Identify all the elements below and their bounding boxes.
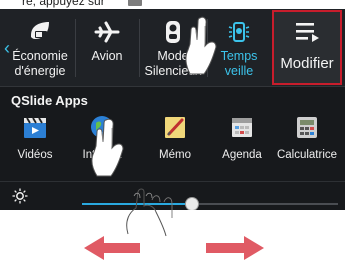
below-panel-area (0, 210, 345, 264)
calculator-icon (297, 117, 317, 138)
silent-mode-icon (142, 19, 204, 45)
toggle-label-timeout: Temps veille (220, 49, 258, 78)
toggle-airplane[interactable]: Avion (78, 9, 136, 86)
toggle-label-airplane: Avion (91, 49, 123, 63)
quick-settings-bar: ‹ Économie d'énergie Avion Mode Silencie… (0, 9, 345, 87)
toggle-label-silent: Mode Silencieux (144, 49, 202, 78)
airplane-icon (78, 19, 136, 45)
brightness-slider-handle[interactable] (186, 198, 199, 210)
top-instruction-text: ré, appuyez sur (22, 0, 105, 8)
battery-saver-icon (8, 19, 72, 45)
app-label-internet: Internet (82, 149, 122, 161)
toggle-screen-timeout[interactable]: Temps veille (208, 9, 270, 86)
screen-timeout-icon (208, 19, 270, 45)
calendar-icon (232, 118, 252, 137)
globe-icon (91, 116, 113, 138)
modify-button[interactable]: Modifier (272, 10, 342, 85)
qslide-title: QSlide Apps (11, 93, 88, 108)
toggle-silent-mode[interactable]: Mode Silencieux (142, 9, 204, 86)
toggle-energy-saver[interactable]: Économie d'énergie (8, 9, 72, 86)
divider (75, 19, 76, 77)
divider (139, 19, 140, 77)
qslide-apps-row: Vidéos Internet Mémo Agenda Calculatrice (0, 108, 345, 173)
brightness-sun-icon (12, 188, 28, 204)
video-clapper-icon (24, 117, 46, 138)
memo-pencil-icon (165, 117, 185, 138)
app-label-memo: Mémo (159, 149, 191, 161)
toggle-label-energy: Économie d'énergie (12, 49, 68, 78)
app-label-calculator: Calculatrice (276, 149, 338, 161)
key-glyph-icon (128, 0, 142, 6)
app-label-agenda: Agenda (222, 149, 262, 161)
brightness-slider[interactable] (82, 198, 338, 210)
top-instruction-strip: ré, appuyez sur (0, 0, 345, 8)
modify-button-label: Modifier (280, 55, 334, 72)
brightness-row (0, 181, 345, 210)
edit-list-icon (274, 20, 340, 44)
app-label-videos: Vidéos (17, 149, 53, 161)
brightness-slider-fill (82, 203, 193, 205)
